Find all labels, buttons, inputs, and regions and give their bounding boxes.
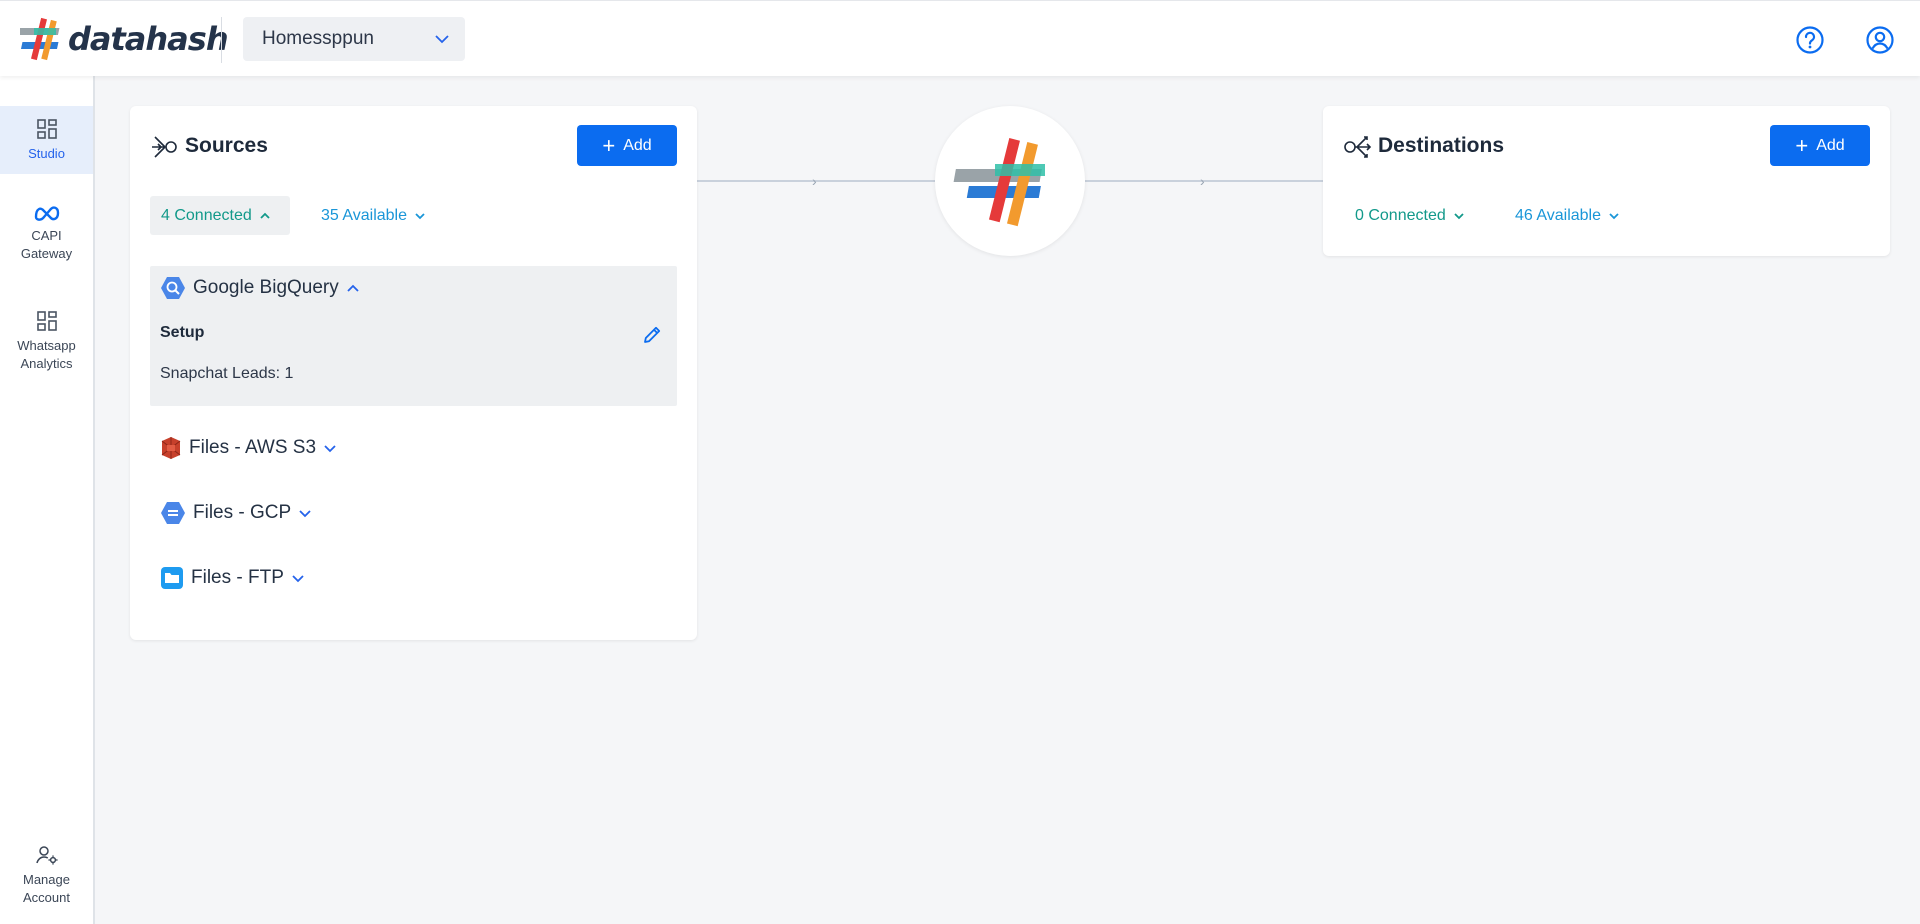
dashboard-icon [36, 119, 57, 139]
sources-connected-toggle[interactable]: 4 Connected [150, 196, 290, 235]
sidebar-item-capi-gateway[interactable]: CAPI Gateway [0, 204, 93, 263]
hash-logo-icon [953, 138, 1045, 227]
setup-label: Setup [160, 324, 205, 341]
workspace-name: Homessppun [262, 28, 374, 49]
source-name: Google BigQuery [193, 277, 339, 298]
chevron-down-icon [292, 575, 304, 583]
help-icon[interactable] [1795, 25, 1825, 55]
arrow-right-icon: › [1200, 173, 1205, 189]
add-label: Add [1816, 136, 1845, 154]
source-name: Files - GCP [193, 502, 292, 523]
chevron-down-icon [324, 445, 336, 453]
available-count: 46 Available [1515, 206, 1601, 224]
source-item-aws-s3[interactable]: Files - AWS S3 [160, 435, 338, 461]
chevron-down-icon [299, 510, 311, 518]
sidebar-item-label: Whatsapp Analytics [17, 338, 76, 371]
source-name: Files - AWS S3 [189, 437, 317, 458]
sidebar-item-label: Manage Account [23, 872, 70, 905]
available-count: 35 Available [321, 206, 407, 224]
header-divider [221, 17, 222, 63]
sidebar-item-studio[interactable]: Studio [0, 106, 93, 174]
top-header: datahash Homessppun [0, 0, 1920, 76]
chevron-down-icon [415, 212, 425, 219]
dashboard-icon [36, 311, 57, 331]
user-account-icon[interactable] [1865, 25, 1895, 55]
add-source-button[interactable]: + Add [577, 125, 677, 166]
chevron-up-icon [260, 212, 270, 219]
sidebar: Studio CAPI Gateway Whatsapp Analytics M… [0, 76, 95, 924]
gcp-storage-icon [161, 502, 185, 524]
chevron-down-icon [1454, 212, 1464, 219]
connected-count: 4 Connected [161, 206, 252, 224]
manage-account-icon [35, 846, 57, 865]
source-name: Files - FTP [191, 567, 284, 588]
source-header-google-bigquery[interactable]: Google BigQuery [160, 275, 361, 301]
logo-text: datahash [68, 20, 229, 58]
plus-icon: + [602, 132, 616, 158]
destinations-title: Destinations [1378, 134, 1505, 157]
datahash-hub [935, 106, 1085, 256]
sources-icon [152, 136, 177, 158]
folder-icon [161, 567, 183, 589]
connected-count: 0 Connected [1355, 206, 1446, 224]
destinations-connected-toggle[interactable]: 0 Connected [1355, 196, 1466, 235]
aws-s3-icon [161, 437, 181, 459]
sidebar-item-whatsapp-analytics[interactable]: Whatsapp Analytics [0, 310, 93, 373]
destinations-icon [1344, 136, 1372, 158]
destinations-available-toggle[interactable]: 46 Available [1515, 196, 1621, 235]
source-item-ftp[interactable]: Files - FTP [160, 565, 306, 591]
sidebar-item-manage-account[interactable]: Manage Account [0, 844, 93, 907]
meta-icon [34, 206, 59, 221]
add-destination-button[interactable]: + Add [1770, 125, 1870, 166]
edit-icon[interactable] [641, 324, 663, 346]
source-detail: Snapchat Leads: 1 [160, 365, 294, 382]
chevron-down-icon [435, 35, 449, 44]
chevron-up-icon [347, 284, 359, 292]
hash-logo-icon [20, 17, 60, 61]
sources-title: Sources [185, 134, 268, 157]
source-item-gcp[interactable]: Files - GCP [160, 500, 313, 526]
sources-available-toggle[interactable]: 35 Available [321, 196, 427, 235]
plus-icon: + [1795, 132, 1809, 158]
sidebar-item-label: Studio [28, 146, 65, 161]
workspace-select[interactable]: Homessppun [243, 17, 465, 61]
datahash-logo[interactable]: datahash [20, 15, 229, 63]
bigquery-icon [161, 277, 185, 299]
chevron-down-icon [1609, 212, 1619, 219]
arrow-right-icon: › [812, 173, 817, 189]
sidebar-item-label: CAPI Gateway [20, 228, 73, 261]
add-label: Add [623, 136, 652, 154]
